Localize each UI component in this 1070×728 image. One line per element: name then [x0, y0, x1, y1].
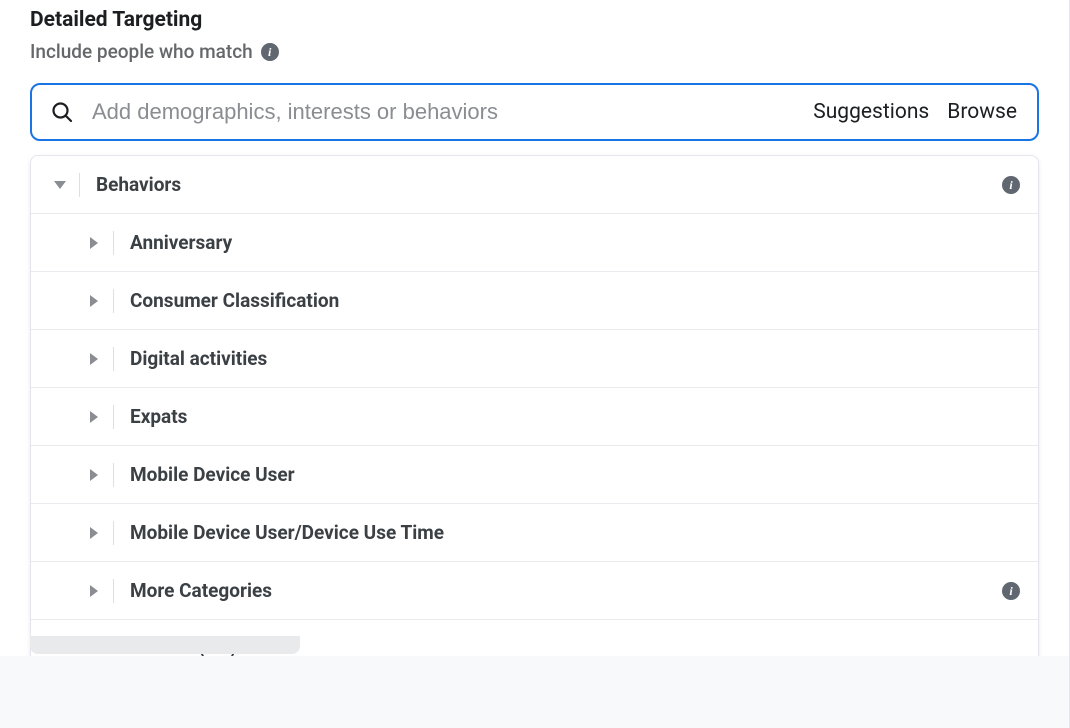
info-icon[interactable]: i — [1002, 582, 1020, 600]
chevron-right-icon — [75, 351, 113, 367]
browse-link[interactable]: Browse — [947, 100, 1017, 124]
pill-shadow — [30, 636, 300, 654]
row-label: More Categories — [130, 579, 1002, 602]
behaviors-dropdown: Behaviors i Anniversary Consumer Classifi… — [30, 155, 1039, 663]
panel-title: Detailed Targeting — [30, 8, 1039, 32]
row-label: Consumer Classification — [130, 289, 1020, 312]
divider — [113, 347, 114, 371]
divider — [113, 463, 114, 487]
subtitle-row: Include people who match i — [30, 40, 1039, 63]
divider — [113, 521, 114, 545]
category-item[interactable]: Expats — [31, 388, 1038, 446]
detailed-targeting-panel: Detailed Targeting Include people who ma… — [0, 0, 1070, 712]
chevron-right-icon — [75, 525, 113, 541]
row-label: Expats — [130, 405, 1020, 428]
search-input[interactable] — [92, 99, 795, 125]
subtitle-text: Include people who match — [30, 40, 253, 63]
category-item[interactable]: Digital activities — [31, 330, 1038, 388]
chevron-right-icon — [75, 467, 113, 483]
info-icon[interactable]: i — [1002, 176, 1020, 194]
chevron-right-icon — [75, 293, 113, 309]
category-item[interactable]: Anniversary — [31, 214, 1038, 272]
suggestions-link[interactable]: Suggestions — [813, 100, 929, 124]
divider — [79, 173, 80, 197]
category-item[interactable]: Mobile Device User — [31, 446, 1038, 504]
chevron-down-icon — [41, 179, 79, 191]
chevron-right-icon — [75, 409, 113, 425]
footer-area — [0, 656, 1070, 728]
row-label: Mobile Device User/Device Use Time — [130, 521, 1020, 544]
search-icon — [50, 100, 74, 124]
divider — [113, 231, 114, 255]
info-icon[interactable]: i — [261, 43, 279, 61]
category-item[interactable]: More Categoriesi — [31, 562, 1038, 620]
divider — [113, 405, 114, 429]
row-label: Mobile Device User — [130, 463, 1020, 486]
row-label: Digital activities — [130, 347, 1020, 370]
chevron-right-icon — [75, 235, 113, 251]
row-label: Anniversary — [130, 231, 1020, 254]
category-item[interactable]: Mobile Device User/Device Use Time — [31, 504, 1038, 562]
category-behaviors[interactable]: Behaviors i — [31, 156, 1038, 214]
category-item[interactable]: Consumer Classification — [31, 272, 1038, 330]
divider — [113, 289, 114, 313]
search-bar[interactable]: Suggestions Browse — [30, 83, 1039, 141]
divider — [113, 579, 114, 603]
row-label: Behaviors — [96, 173, 1002, 196]
chevron-right-icon — [75, 583, 113, 599]
